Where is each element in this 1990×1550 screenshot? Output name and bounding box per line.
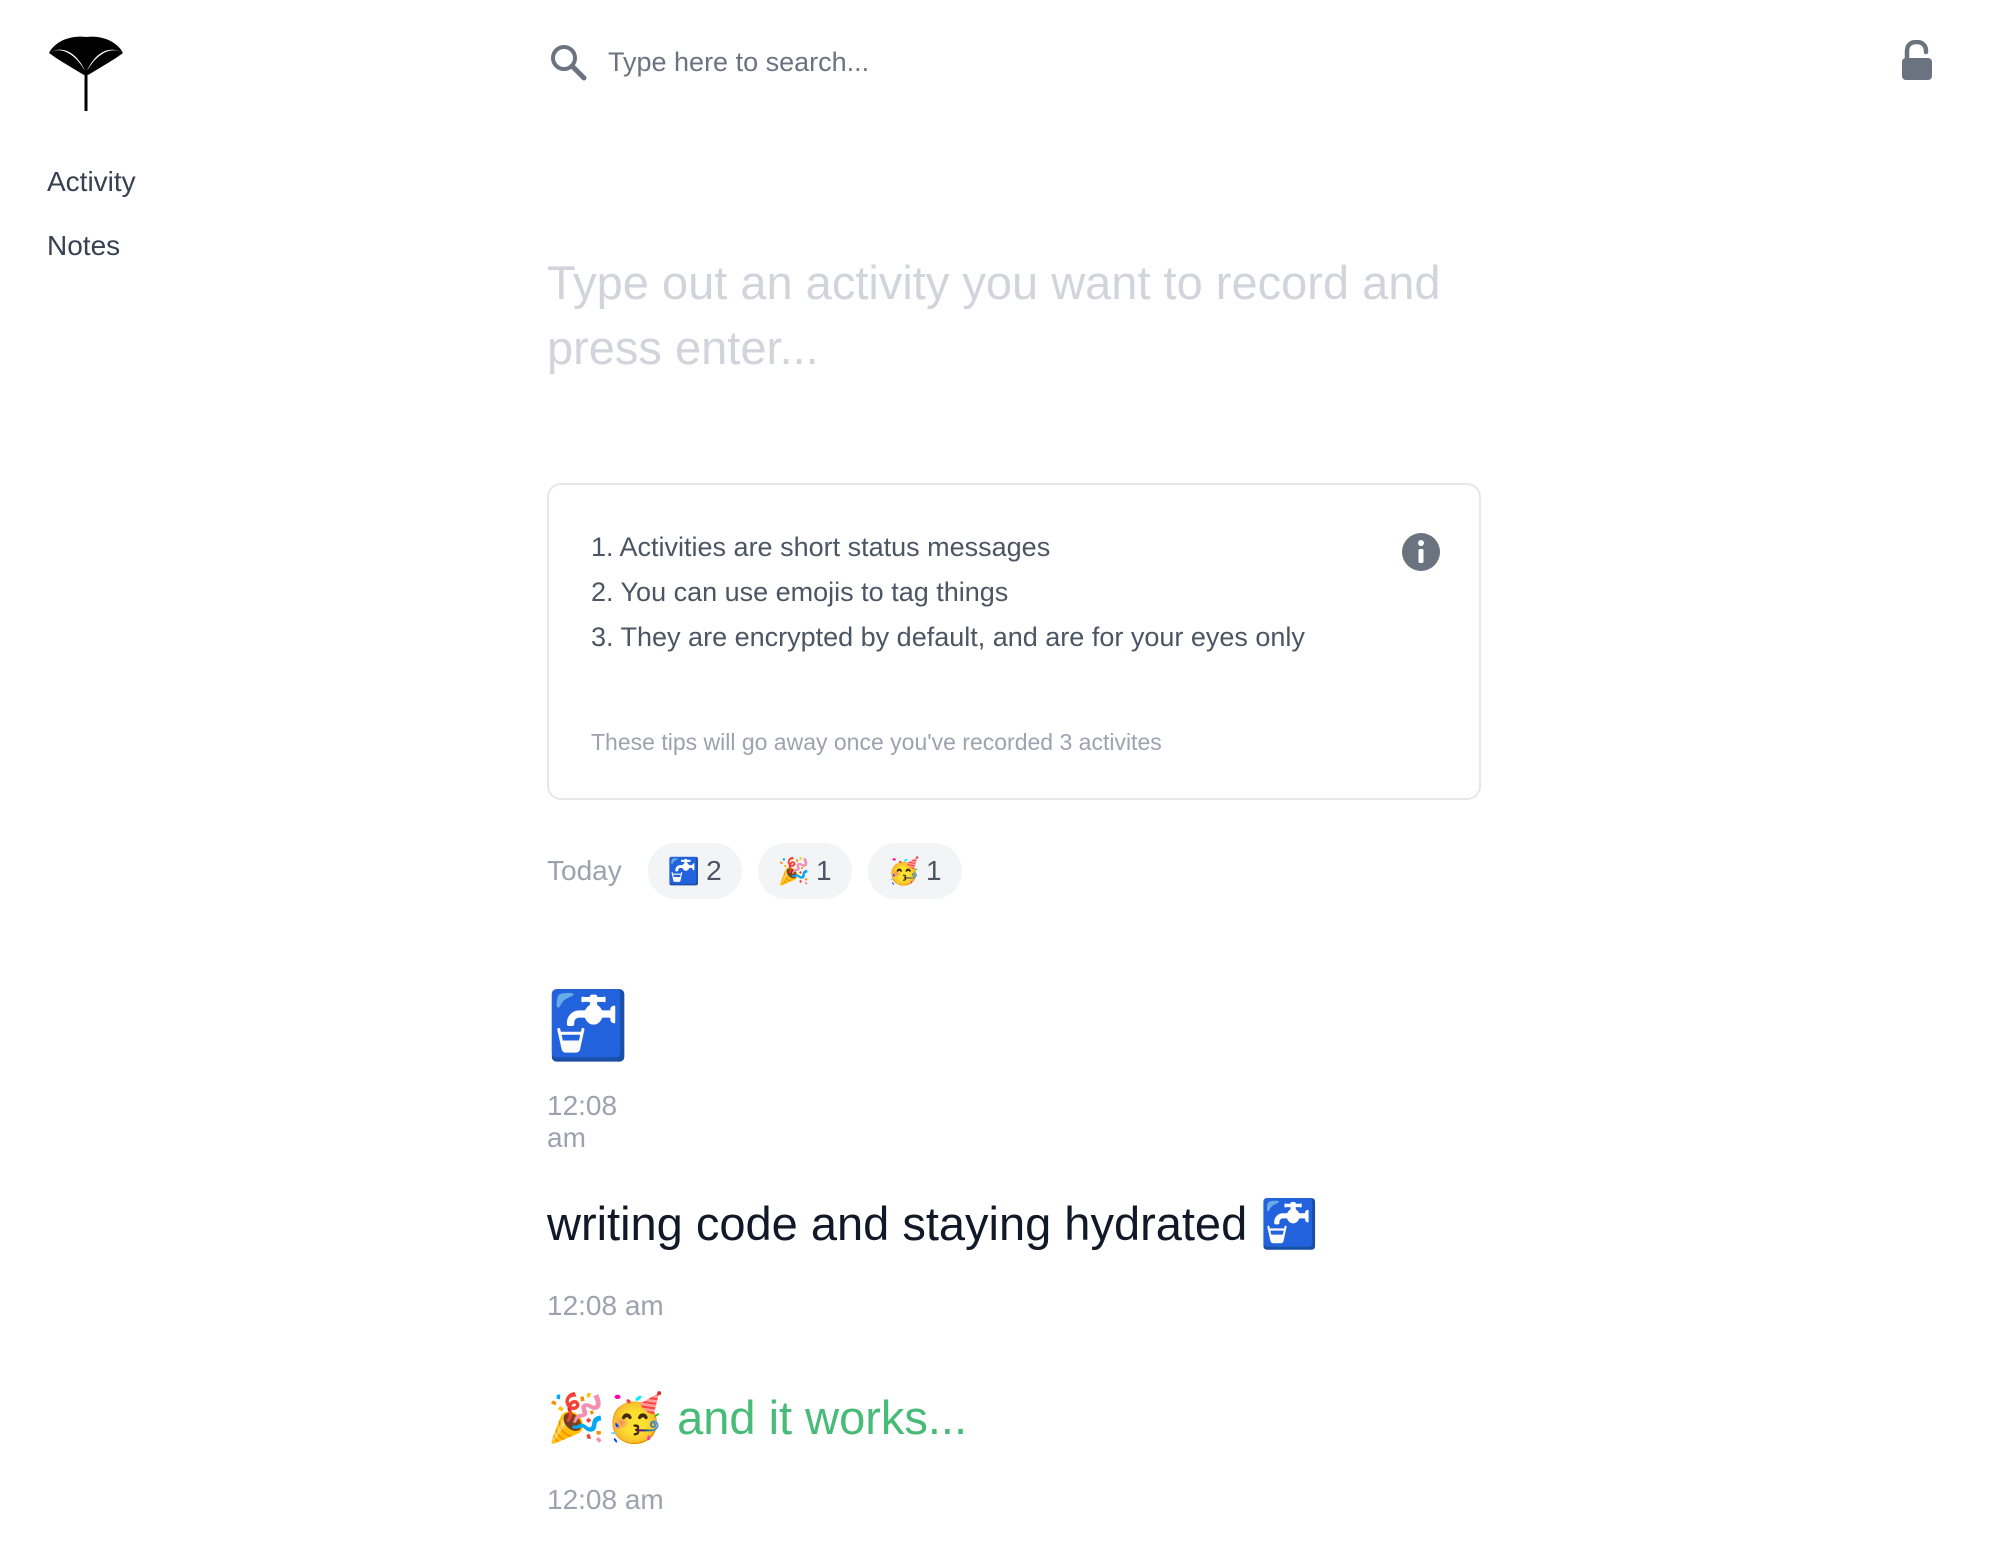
- tip-item: 3. They are encrypted by default, and ar…: [591, 622, 1305, 652]
- water-emoji-icon: 🚰: [667, 855, 701, 886]
- unlock-icon[interactable]: [1899, 40, 1935, 82]
- activity-entry[interactable]: writing code and staying hydrated 🚰 12:0…: [547, 1196, 1319, 1321]
- tips-note: These tips will go away once you've reco…: [591, 729, 1162, 755]
- day-summary: Today 🚰 2 🎉 1 🥳 1: [547, 843, 978, 899]
- tag-count: 1: [816, 855, 832, 886]
- entry-text: 🎉🥳 and it works...: [547, 1391, 968, 1444]
- sidebar-item-activity[interactable]: Activity: [47, 160, 136, 224]
- search-bar: [548, 38, 1448, 86]
- search-input[interactable]: [606, 45, 1310, 79]
- search-icon: [551, 45, 587, 81]
- activity-input[interactable]: [547, 250, 1487, 390]
- entry-text: writing code and staying hydrated 🚰: [547, 1197, 1319, 1250]
- tag-pill-water[interactable]: 🚰 2: [647, 843, 742, 899]
- tips-list: 1. Activities are short status messages …: [591, 525, 1351, 660]
- sidebar-item-notes[interactable]: Notes: [47, 224, 136, 288]
- entry-text: 🚰: [547, 988, 630, 1062]
- party-face-emoji-icon: 🥳: [887, 855, 920, 886]
- day-label: Today: [547, 855, 622, 886]
- tag-pill-party-face[interactable]: 🥳 1: [867, 843, 962, 899]
- tag-count: 1: [926, 855, 942, 886]
- tag-count: 2: [706, 855, 722, 886]
- tip-item: 1. Activities are short status messages: [591, 532, 1051, 562]
- entry-time: 12:08 am: [547, 1290, 664, 1321]
- activity-entry[interactable]: 🎉🥳 and it works... 12:08 am: [547, 1390, 968, 1515]
- ginkgo-logo-icon[interactable]: [47, 33, 125, 111]
- activity-entry[interactable]: 🚰 12:08 am: [547, 985, 630, 1153]
- entry-time: 12:08 am: [547, 1090, 618, 1153]
- party-popper-emoji-icon: 🎉: [777, 855, 811, 886]
- entry-time: 12:08 am: [547, 1484, 664, 1515]
- sidebar-nav: Activity Notes: [47, 160, 136, 288]
- info-icon[interactable]: [1401, 532, 1441, 572]
- tips-box: 1. Activities are short status messages …: [547, 483, 1481, 800]
- tip-item: 2. You can use emojis to tag things: [591, 577, 1009, 607]
- tag-pill-party-popper[interactable]: 🎉 1: [757, 843, 852, 899]
